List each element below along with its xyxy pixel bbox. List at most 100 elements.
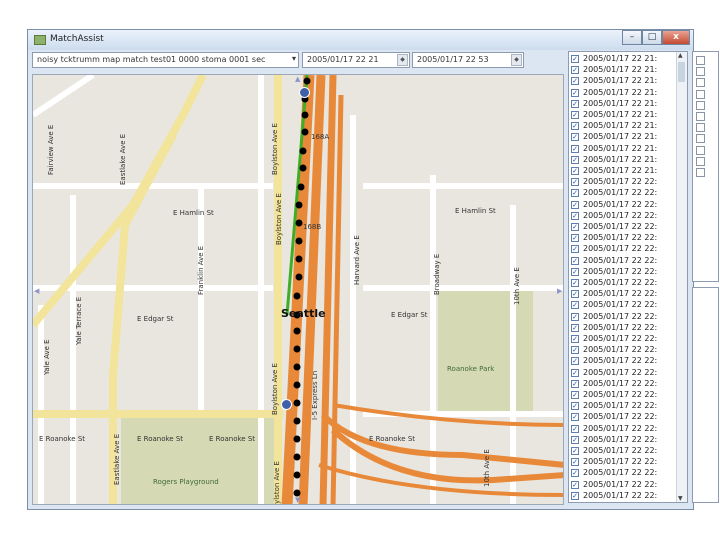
status-checkbox[interactable] — [696, 134, 705, 144]
timestamp-row[interactable]: ✓ 2005/01/17 22 22: — [571, 244, 675, 255]
status-checkbox[interactable] — [696, 67, 705, 77]
row-checkbox[interactable]: ✓ — [571, 211, 579, 220]
timestamp-row[interactable]: ✓ 2005/01/17 22 22: — [571, 446, 675, 457]
row-checkbox[interactable]: ✓ — [571, 155, 579, 164]
status-checkbox-list[interactable] — [692, 51, 719, 282]
timestamp-row[interactable]: ✓ 2005/01/17 22 21: — [571, 54, 675, 65]
row-checkbox[interactable]: ✓ — [571, 256, 579, 265]
status-checkbox[interactable] — [696, 145, 705, 155]
pan-down-icon[interactable]: ▼ — [295, 496, 300, 504]
row-checkbox[interactable]: ✓ — [571, 99, 579, 108]
row-checkbox[interactable]: ✓ — [571, 111, 579, 119]
status-checkbox[interactable] — [696, 89, 705, 99]
timestamp-row[interactable]: ✓ 2005/01/17 22 22: — [571, 457, 675, 468]
timestamp-row[interactable]: ✓ 2005/01/17 22 22: — [571, 412, 675, 423]
timestamp-row[interactable]: ✓ 2005/01/17 22 22: — [571, 491, 675, 502]
timestamp-row[interactable]: ✓ 2005/01/17 22 22: — [571, 300, 675, 311]
row-checkbox[interactable]: ✓ — [571, 88, 579, 97]
timestamp-row[interactable]: ✓ 2005/01/17 22 22: — [571, 267, 675, 278]
row-checkbox[interactable]: ✓ — [571, 178, 579, 187]
timestamp-row[interactable]: ✓ 2005/01/17 22 22: — [571, 356, 675, 367]
row-checkbox[interactable]: ✓ — [571, 279, 579, 287]
row-checkbox[interactable]: ✓ — [571, 346, 579, 355]
scroll-up-icon[interactable]: ▲ — [678, 52, 683, 59]
row-checkbox[interactable]: ✓ — [571, 335, 579, 343]
row-checkbox[interactable]: ✓ — [571, 290, 579, 299]
timestamp-row[interactable]: ✓ 2005/01/17 22 21: — [571, 76, 675, 87]
row-checkbox[interactable]: ✓ — [571, 77, 579, 86]
row-checkbox[interactable]: ✓ — [571, 435, 579, 444]
row-checkbox[interactable]: ✓ — [571, 323, 579, 332]
status-checkbox[interactable] — [696, 168, 705, 177]
end-time-spin-icon[interactable]: ◆ — [511, 54, 522, 66]
timestamp-row[interactable]: ✓ 2005/01/17 22 22: — [571, 424, 675, 435]
row-checkbox[interactable]: ✓ — [571, 391, 579, 399]
start-time-spin-icon[interactable]: ◆ — [397, 54, 408, 66]
timestamp-row[interactable]: ✓ 2005/01/17 22 22: — [571, 177, 675, 188]
row-checkbox[interactable]: ✓ — [571, 491, 579, 500]
timestamp-row[interactable]: ✓ 2005/01/17 22 22: — [571, 401, 675, 412]
timestamp-row[interactable]: ✓ 2005/01/17 22 22: — [571, 435, 675, 446]
status-checkbox[interactable] — [696, 100, 705, 110]
end-time-picker[interactable]: 2005/01/17 22 53 ◆ — [412, 52, 524, 68]
timestamp-row[interactable]: ✓ 2005/01/17 22 21: — [571, 132, 675, 143]
row-checkbox[interactable]: ✓ — [571, 402, 579, 411]
timestamp-row[interactable]: ✓ 2005/01/17 22 22: — [571, 345, 675, 356]
pan-up-icon[interactable]: ▲ — [295, 75, 300, 83]
row-checkbox[interactable]: ✓ — [571, 200, 579, 209]
row-checkbox[interactable]: ✓ — [571, 55, 579, 63]
row-checkbox[interactable]: ✓ — [571, 66, 579, 75]
row-checkbox[interactable]: ✓ — [571, 245, 579, 254]
title-bar[interactable]: MatchAssist – □ x — [28, 30, 693, 50]
row-checkbox[interactable]: ✓ — [571, 424, 579, 433]
timestamp-row[interactable]: ✓ 2005/01/17 22 22: — [571, 480, 675, 491]
chevron-down-icon[interactable]: ▾ — [292, 54, 296, 63]
timestamp-row[interactable]: ✓ 2005/01/17 22 21: — [571, 144, 675, 155]
row-checkbox[interactable]: ✓ — [571, 223, 579, 231]
timestamp-row[interactable]: ✓ 2005/01/17 22 22: — [571, 188, 675, 199]
timestamp-row[interactable]: ✓ 2005/01/17 22 21: — [571, 65, 675, 76]
timestamp-row[interactable]: ✓ 2005/01/17 22 21: — [571, 88, 675, 99]
status-checkbox[interactable] — [696, 78, 705, 88]
timestamp-list[interactable]: ▲ ▼ ✓ 2005/01/17 22 21: ✓ 2005/01/17 22 21:… — [568, 51, 688, 503]
row-checkbox[interactable]: ✓ — [571, 144, 579, 153]
status-checkbox[interactable] — [696, 56, 705, 65]
timestamp-list-scrollbar[interactable]: ▲ ▼ — [676, 52, 687, 502]
minimize-button[interactable]: – — [622, 30, 642, 45]
file-select[interactable]: noisy tcktrumm map match test01 0000 sto… — [32, 52, 299, 68]
map-view[interactable]: ▲ ▼ ◀ ▶ 168A 168B Fairview Ave E Eastlak… — [32, 74, 564, 505]
timestamp-row[interactable]: ✓ 2005/01/17 22 22: — [571, 334, 675, 345]
timestamp-row[interactable]: ✓ 2005/01/17 22 22: — [571, 390, 675, 401]
timestamp-row[interactable]: ✓ 2005/01/17 22 22: — [571, 468, 675, 479]
row-checkbox[interactable]: ✓ — [571, 234, 579, 243]
pan-right-icon[interactable]: ▶ — [557, 287, 562, 295]
status-checkbox[interactable] — [696, 112, 705, 121]
pan-left-icon[interactable]: ◀ — [34, 287, 39, 295]
scroll-down-icon[interactable]: ▼ — [678, 495, 683, 502]
scrollbar-thumb[interactable] — [678, 62, 685, 82]
timestamp-row[interactable]: ✓ 2005/01/17 22 22: — [571, 368, 675, 379]
timestamp-row[interactable]: ✓ 2005/01/17 22 21: — [571, 110, 675, 121]
timestamp-row[interactable]: ✓ 2005/01/17 22 22: — [571, 323, 675, 334]
row-checkbox[interactable]: ✓ — [571, 301, 579, 310]
row-checkbox[interactable]: ✓ — [571, 133, 579, 142]
timestamp-row[interactable]: ✓ 2005/01/17 22 22: — [571, 256, 675, 267]
row-checkbox[interactable]: ✓ — [571, 379, 579, 388]
row-checkbox[interactable]: ✓ — [571, 469, 579, 478]
row-checkbox[interactable]: ✓ — [571, 458, 579, 467]
timestamp-row[interactable]: ✓ 2005/01/17 22 22: — [571, 222, 675, 233]
timestamp-row[interactable]: ✓ 2005/01/17 22 21: — [571, 121, 675, 132]
row-checkbox[interactable]: ✓ — [571, 312, 579, 321]
timestamp-row[interactable]: ✓ 2005/01/17 22 21: — [571, 155, 675, 166]
row-checkbox[interactable]: ✓ — [571, 189, 579, 198]
timestamp-row[interactable]: ✓ 2005/01/17 22 22: — [571, 211, 675, 222]
row-checkbox[interactable]: ✓ — [571, 167, 579, 175]
row-checkbox[interactable]: ✓ — [571, 357, 579, 366]
timestamp-row[interactable]: ✓ 2005/01/17 22 21: — [571, 166, 675, 177]
row-checkbox[interactable]: ✓ — [571, 368, 579, 377]
close-button[interactable]: x — [662, 30, 690, 45]
row-checkbox[interactable]: ✓ — [571, 413, 579, 422]
timestamp-row[interactable]: ✓ 2005/01/17 22 22: — [571, 312, 675, 323]
maximize-button[interactable]: □ — [642, 30, 662, 45]
start-time-picker[interactable]: 2005/01/17 22 21 ◆ — [302, 52, 410, 68]
